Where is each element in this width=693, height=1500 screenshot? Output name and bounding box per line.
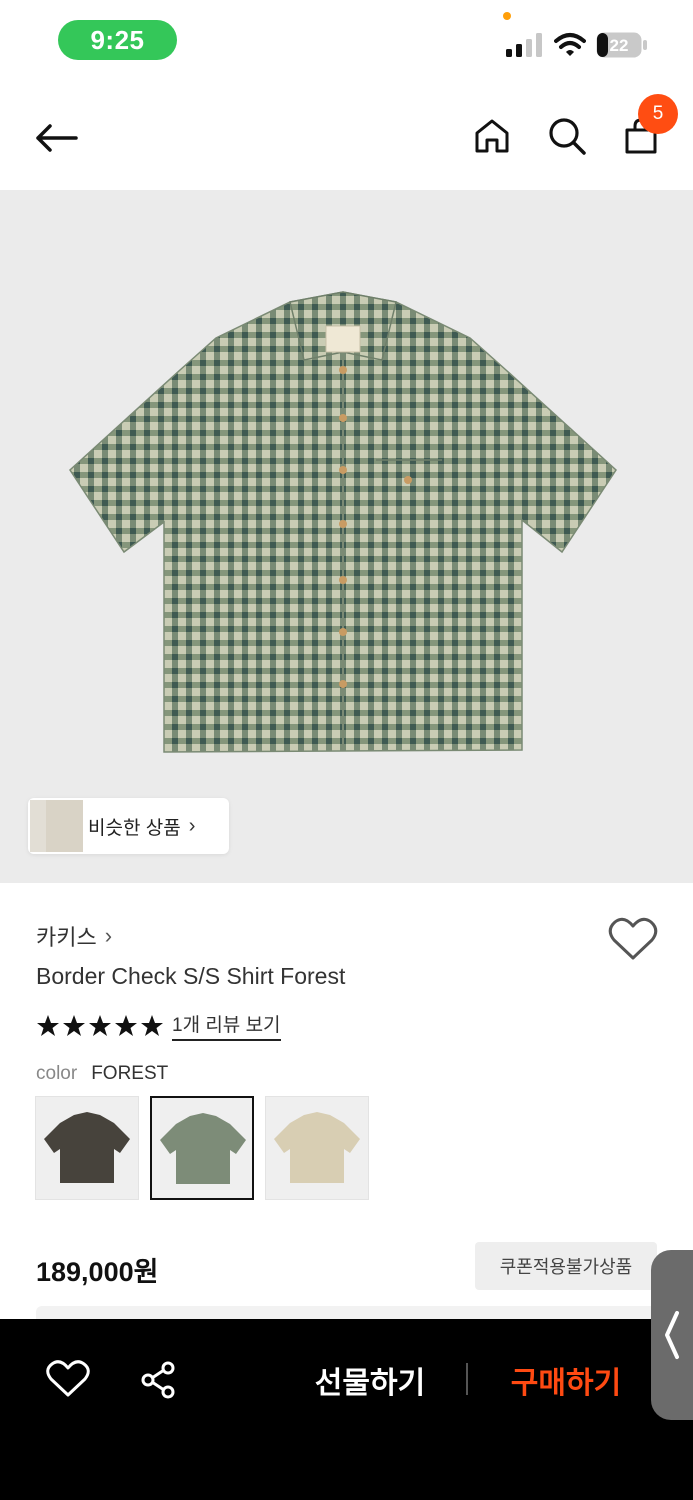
star-icon (115, 1014, 137, 1036)
star-icon (63, 1014, 85, 1036)
next-section-card (36, 1306, 657, 1320)
brand-name: 카키스 (36, 925, 97, 950)
battery-level: 22 (610, 36, 629, 55)
star-icon (141, 1014, 163, 1036)
cart-count-badge: 5 (638, 94, 678, 134)
privacy-indicator-dot (503, 12, 511, 20)
star-icon (89, 1014, 111, 1036)
similar-thumbnail (46, 800, 84, 852)
home-button[interactable] (468, 112, 516, 160)
rating-row: 1개 리뷰 보기 (36, 1010, 281, 1041)
share-icon[interactable] (140, 1361, 178, 1399)
search-button[interactable] (543, 112, 591, 160)
chevron-right-icon: › (104, 923, 113, 948)
color-swatch-dark[interactable] (35, 1096, 139, 1200)
wifi-icon (554, 33, 586, 56)
color-value: FOREST (91, 1063, 169, 1084)
brand-link[interactable]: 카키스 › (36, 920, 112, 952)
chevron-right-icon: › (188, 814, 196, 837)
shirt-photo (69, 291, 617, 753)
review-link[interactable]: 1개 리뷰 보기 (172, 1010, 281, 1041)
battery-icon: 22 (596, 32, 647, 58)
product-image[interactable]: 비슷한 상품 › (0, 190, 693, 883)
star-icon (37, 1014, 59, 1036)
heart-icon[interactable] (46, 1359, 90, 1399)
side-panel-handle[interactable] (651, 1250, 693, 1420)
app-header: 5 (0, 80, 693, 190)
similar-products-label: 비슷한 상품 › (88, 813, 195, 840)
shirt-thumbnail (274, 1112, 360, 1183)
back-arrow-icon (36, 124, 78, 152)
color-swatch-beige[interactable] (265, 1096, 369, 1200)
back-button[interactable] (30, 112, 82, 164)
shirt-thumbnail (160, 1113, 246, 1184)
color-swatches (35, 1096, 369, 1200)
bottom-action-bar: 선물하기 구매하기 (0, 1319, 693, 1500)
buy-button[interactable]: 구매하기 (496, 1357, 636, 1403)
product-title: Border Check S/S Shirt Forest (36, 963, 346, 989)
bottom-divider (466, 1363, 468, 1395)
status-bar: 9:25 22 (0, 0, 693, 80)
chevron-left-icon (665, 1311, 679, 1359)
home-icon (475, 119, 509, 153)
similar-products-text: 비슷한 상품 (88, 817, 181, 839)
product-price: 189,000원 (36, 1257, 159, 1287)
rating-stars (36, 1014, 164, 1038)
similar-thumbnails (28, 798, 88, 854)
color-label: color (36, 1063, 78, 1084)
status-time[interactable]: 9:25 (58, 20, 177, 60)
wishlist-heart-icon[interactable] (608, 916, 658, 962)
similar-products-button[interactable]: 비슷한 상품 › (28, 798, 229, 854)
search-icon (549, 118, 586, 155)
color-row: color FOREST (36, 1063, 168, 1085)
cellular-signal-icon (506, 33, 542, 57)
color-swatch-forest[interactable] (150, 1096, 254, 1200)
gift-button[interactable]: 선물하기 (300, 1357, 440, 1403)
shirt-thumbnail (44, 1112, 130, 1183)
coupon-not-applicable-badge: 쿠폰적용불가상품 (475, 1242, 657, 1290)
